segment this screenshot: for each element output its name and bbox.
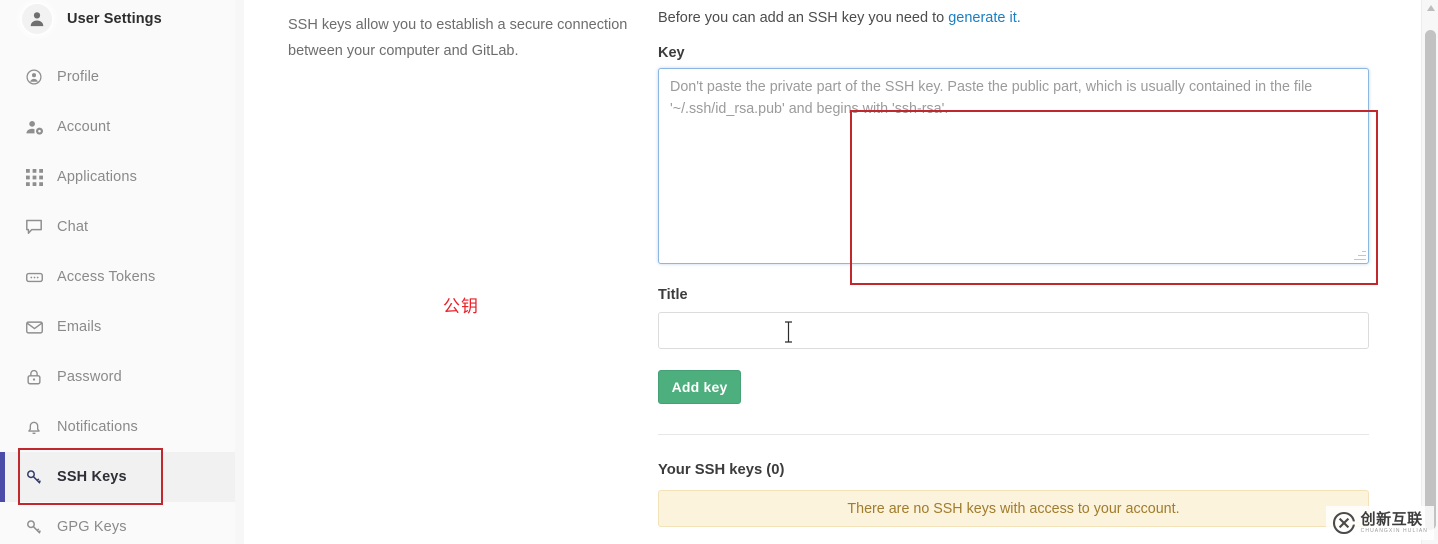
sidebar-item-notifications[interactable]: Notifications	[0, 402, 235, 452]
sidebar-item-access-tokens[interactable]: Access Tokens	[0, 252, 235, 302]
lock-icon	[24, 367, 44, 387]
grid-dots-icon	[24, 167, 44, 187]
sidebar-scrollbar-track[interactable]	[235, 0, 479, 544]
key-textarea[interactable]: Don't paste the private part of the SSH …	[658, 68, 1369, 264]
section-divider	[658, 434, 1369, 435]
bell-icon	[24, 417, 44, 437]
generate-key-hint-text: Before you can add an SSH key you need t…	[658, 10, 949, 26]
key-field-label: Key	[658, 45, 685, 61]
sidebar-item-label: SSH Keys	[57, 469, 127, 485]
sidebar-item-emails[interactable]: Emails	[0, 302, 235, 352]
user-settings-sidebar: User Settings Profile Account Applicatio…	[0, 0, 236, 544]
sidebar-item-password[interactable]: Password	[0, 352, 235, 402]
key-icon	[24, 517, 44, 537]
sidebar-item-applications[interactable]: Applications	[0, 152, 235, 202]
user-gear-icon	[24, 117, 44, 137]
sidebar-item-label: Password	[57, 369, 122, 385]
scroll-up-arrow-icon[interactable]	[1422, 0, 1438, 16]
sidebar-item-gpg-keys[interactable]: GPG Keys	[0, 502, 235, 544]
sidebar-item-label: Chat	[57, 219, 89, 235]
generate-it-link[interactable]: generate it.	[948, 10, 1021, 26]
no-keys-banner: There are no SSH keys with access to you…	[658, 490, 1369, 527]
sidebar-item-profile[interactable]: Profile	[0, 52, 235, 102]
key-icon	[24, 467, 44, 487]
section-description: SSH keys allow you to establish a secure…	[288, 17, 628, 59]
sidebar-title: User Settings	[67, 11, 162, 27]
sidebar-item-ssh-keys[interactable]: SSH Keys	[0, 452, 235, 502]
user-avatar-icon	[22, 4, 52, 34]
sidebar-nav: Profile Account Applications Chat Access…	[0, 52, 235, 544]
user-circle-icon	[24, 67, 44, 87]
sidebar-item-label: Profile	[57, 69, 100, 85]
sidebar-item-label: GPG Keys	[57, 519, 127, 535]
sidebar-item-account[interactable]: Account	[0, 102, 235, 152]
text-cursor-icon	[785, 321, 792, 343]
watermark-title: 创新互联	[1360, 510, 1423, 528]
page-scrollbar-thumb[interactable]	[1425, 30, 1436, 530]
main-content: SSH Keys SSH keys allow you to establish…	[248, 0, 1410, 544]
token-card-icon	[24, 267, 44, 287]
sidebar-item-label: Access Tokens	[57, 269, 156, 285]
chinese-annotation-public-key: 公钥	[443, 297, 479, 317]
watermark: 创新互联 CHUANGXIN HULIAN	[1325, 506, 1434, 540]
textarea-resize-handle[interactable]	[1353, 248, 1366, 261]
chat-bubble-icon	[24, 217, 44, 237]
sidebar-item-label: Emails	[57, 319, 102, 335]
watermark-texts: 创新互联 CHUANGXIN HULIAN	[1361, 512, 1428, 534]
generate-key-hint: Before you can add an SSH key you need t…	[658, 10, 1021, 26]
add-key-button[interactable]: Add key	[658, 370, 741, 404]
sidebar-item-label: Account	[57, 119, 111, 135]
title-input[interactable]	[658, 312, 1369, 349]
sidebar-item-label: Notifications	[57, 419, 138, 435]
active-indicator-bar	[0, 452, 5, 502]
key-textarea-placeholder: Don't paste the private part of the SSH …	[670, 79, 1313, 117]
page-scrollbar-track[interactable]	[1421, 0, 1438, 544]
title-field-label: Title	[658, 287, 688, 303]
envelope-icon	[24, 317, 44, 337]
watermark-subtitle: CHUANGXIN HULIAN	[1360, 528, 1428, 534]
sidebar-header: User Settings	[0, 0, 235, 38]
sidebar-item-chat[interactable]: Chat	[0, 202, 235, 252]
circle-x-logo-icon	[1332, 511, 1356, 535]
sidebar-item-label: Applications	[57, 169, 137, 185]
gitlab-ssh-keys-page: User Settings Profile Account Applicatio…	[0, 0, 1438, 544]
your-ssh-keys-heading: Your SSH keys (0)	[658, 462, 785, 478]
